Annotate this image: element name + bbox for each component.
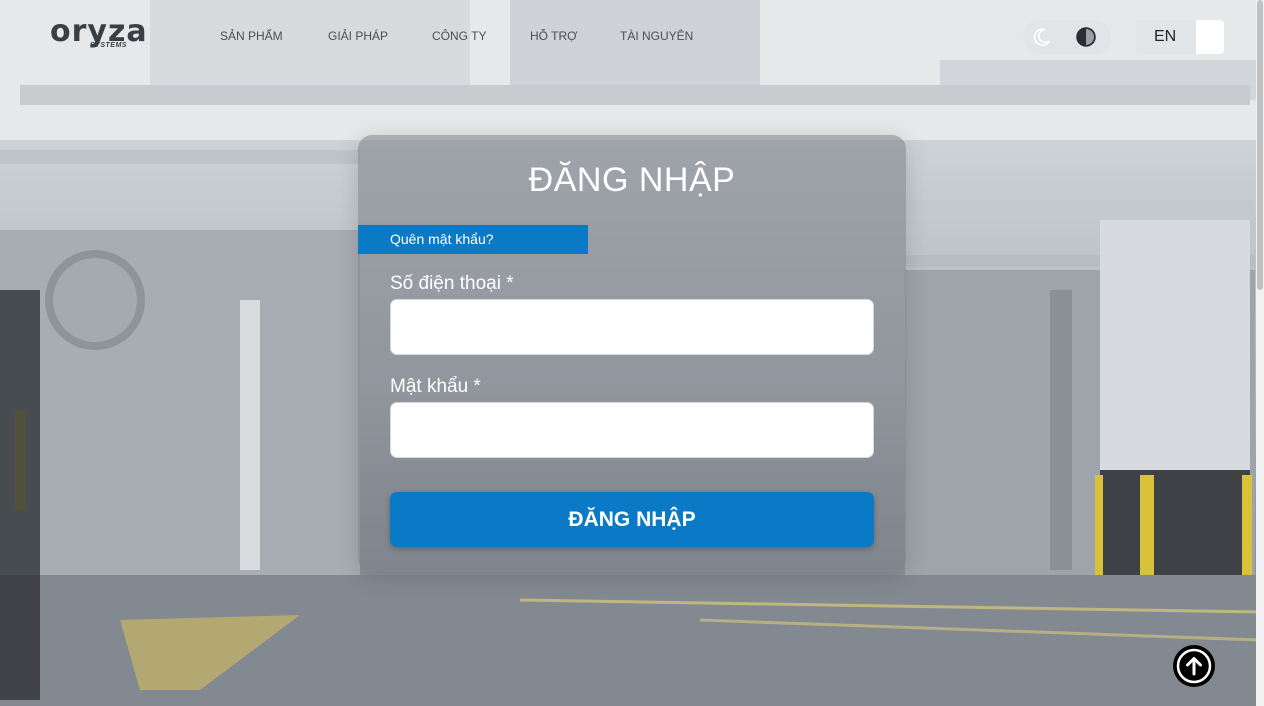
arrow-up-circle-icon [1176,648,1212,684]
phone-label: Số điện thoại * [390,273,514,294]
language-label: EN [1154,28,1177,45]
login-title: ĐĂNG NHẬP [528,161,736,199]
brand-logo[interactable]: oryza SYSTEMS [50,14,147,54]
login-submit-button[interactable]: ĐĂNG NHẬP [390,492,874,547]
nav-item-support[interactable]: HỖ TRỢ [530,29,577,43]
forgot-password-link[interactable]: Quên mật khẩu? [358,225,588,254]
scrollbar-thumb[interactable] [1257,0,1263,290]
logo-subtext: SYSTEMS [90,42,127,49]
site-header: oryza SYSTEMS SẢN PHẨM GIẢI PHÁP CÔNG TY… [0,0,1256,72]
scroll-to-top-button[interactable] [1173,645,1215,687]
nav-item-resources[interactable]: TÀI NGUYÊN [620,29,693,43]
nav-item-products[interactable]: SẢN PHẨM [220,29,283,43]
language-selector[interactable]: EN [1136,20,1224,54]
login-page: oryza SYSTEMS SẢN PHẨM GIẢI PHÁP CÔNG TY… [0,0,1264,706]
language-flag [1196,20,1224,54]
moon-icon[interactable] [1031,26,1053,48]
nav-item-solutions[interactable]: GIẢI PHÁP [328,29,388,43]
contrast-icon[interactable] [1075,26,1097,48]
password-input[interactable] [390,402,874,458]
nav-item-company[interactable]: CÔNG TY [432,29,486,43]
login-card: ĐĂNG NHẬP Quên mật khẩu? Số điện thoại *… [358,135,906,572]
page-scrollbar[interactable] [1256,0,1264,706]
password-label: Mật khẩu * [390,376,481,397]
phone-input[interactable] [390,299,874,355]
theme-toggle[interactable] [1023,20,1111,54]
